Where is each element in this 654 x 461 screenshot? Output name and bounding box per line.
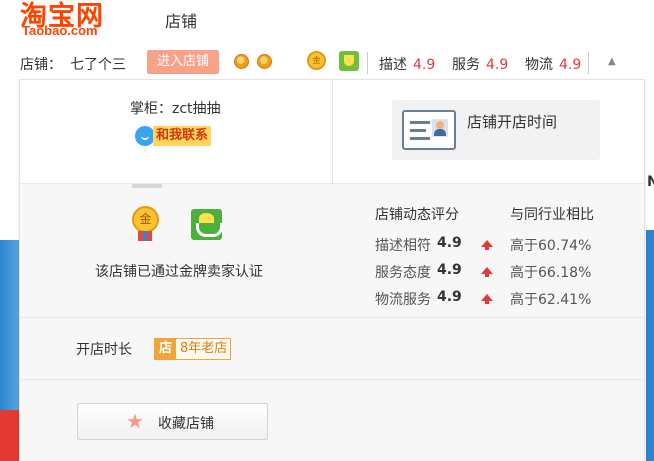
consumer-protection-badge-icon bbox=[191, 209, 223, 240]
divider bbox=[332, 80, 333, 184]
score-label: 服务 bbox=[452, 57, 480, 73]
rating-score: 4.9 bbox=[437, 235, 462, 251]
background-edge-letter: N bbox=[647, 174, 654, 190]
rating-row-service: 服务态度 4.9 高于66.18% bbox=[375, 262, 635, 282]
id-card-icon bbox=[402, 110, 456, 150]
rating-compare: 高于60.74% bbox=[510, 238, 592, 254]
rating-score: 4.9 bbox=[437, 262, 462, 278]
gold-medal-icon: 金 bbox=[131, 206, 161, 244]
shop-duration-label: 开店时长 bbox=[76, 342, 132, 358]
shop-rating-section: 金 该店铺已通过金牌卖家认证 店铺动态评分 与同行业相比 描述相符 4.9 高于… bbox=[20, 184, 644, 318]
shop-open-time-card[interactable]: 店铺开店时间 bbox=[392, 100, 600, 160]
score-label: 物流 bbox=[525, 57, 553, 73]
up-arrow-icon bbox=[481, 267, 493, 277]
star-icon: ★ bbox=[126, 409, 144, 433]
up-arrow-icon bbox=[481, 294, 493, 304]
shop-score-summary: 描述 4.9 服务 4.9 物流 4.9 bbox=[367, 52, 589, 74]
shop-duration-section: 开店时长 店 8年老店 bbox=[20, 318, 644, 380]
rating-row-description: 描述相符 4.9 高于60.74% bbox=[375, 235, 635, 255]
crown-icon bbox=[234, 54, 249, 69]
background-banner-left-red bbox=[0, 410, 19, 461]
rating-compare: 高于62.41% bbox=[510, 292, 592, 308]
shop-info-page: N 淘宝网 Taobao.com 店铺 店铺： 七了个三 进入店铺 金 描述 4.… bbox=[0, 0, 654, 461]
crown-icon bbox=[257, 54, 272, 69]
score-description: 描述 4.9 bbox=[379, 54, 435, 74]
shop-info-dropdown: 掌柜：zct抽抽 和我联系 店铺开店时间 金 该店铺已通过金牌卖家认证 店铺动态… bbox=[19, 79, 645, 461]
score-value: 4.9 bbox=[413, 57, 436, 73]
shop-label: 店铺： bbox=[20, 57, 62, 73]
id-card-line bbox=[410, 137, 430, 140]
id-card-line bbox=[410, 121, 430, 124]
enter-shop-button[interactable]: 进入店铺 bbox=[147, 50, 219, 74]
taobao-logo[interactable]: 淘宝网 Taobao.com bbox=[20, 0, 134, 40]
rating-compare: 高于66.18% bbox=[510, 265, 592, 281]
rating-row-logistics: 物流服务 4.9 高于62.41% bbox=[375, 289, 635, 309]
industry-compare-header: 与同行业相比 bbox=[510, 207, 594, 223]
rating-label: 服务态度 bbox=[375, 265, 431, 281]
chat-icon bbox=[135, 126, 155, 146]
contact-me-label: 和我联系 bbox=[153, 126, 212, 146]
up-arrow-icon bbox=[481, 240, 493, 250]
old-shop-badge: 店 8年老店 bbox=[154, 338, 232, 360]
gold-medal-ribbon bbox=[138, 231, 152, 241]
shop-bar: 店铺： 七了个三 进入店铺 金 描述 4.9 服务 4.9 物流 4.9 ▲ bbox=[0, 48, 654, 78]
rating-score: 4.9 bbox=[437, 289, 462, 305]
shop-open-time-label: 店铺开店时间 bbox=[467, 113, 558, 131]
rating-label: 描述相符 bbox=[375, 238, 431, 254]
background-banner-right bbox=[646, 230, 654, 461]
old-shop-label: 8年老店 bbox=[180, 341, 228, 356]
score-label: 描述 bbox=[379, 57, 407, 73]
score-value: 4.9 bbox=[486, 57, 509, 73]
chevron-up-icon[interactable]: ▲ bbox=[608, 56, 616, 67]
favorite-section: ★ 收藏店铺 bbox=[20, 380, 644, 461]
id-card-line bbox=[410, 129, 426, 132]
shop-icon: 店 bbox=[155, 339, 176, 359]
favorite-shop-label: 收藏店铺 bbox=[158, 416, 214, 432]
gold-seller-certification: 该店铺已通过金牌卖家认证 bbox=[95, 264, 263, 280]
shop-owner-section: 掌柜：zct抽抽 和我联系 店铺开店时间 bbox=[20, 80, 644, 184]
favorite-shop-button[interactable]: ★ 收藏店铺 bbox=[77, 403, 268, 440]
rating-label: 物流服务 bbox=[375, 292, 431, 308]
dynamic-rating-header: 店铺动态评分 bbox=[375, 207, 459, 223]
id-card-photo bbox=[432, 119, 448, 137]
score-logistics: 物流 4.9 bbox=[525, 54, 581, 74]
section-notch bbox=[132, 184, 162, 188]
shop-name-link[interactable]: 七了个三 bbox=[70, 54, 126, 74]
gold-seller-icon: 金 bbox=[307, 51, 326, 70]
logo-domain: Taobao.com bbox=[22, 23, 98, 38]
page-title: 店铺 bbox=[165, 12, 198, 31]
score-value: 4.9 bbox=[559, 57, 582, 73]
shop-keeper-name: 掌柜：zct抽抽 bbox=[130, 101, 221, 117]
score-service: 服务 4.9 bbox=[452, 54, 508, 74]
gold-medal-coin: 金 bbox=[132, 206, 159, 233]
consumer-protection-icon bbox=[339, 51, 359, 71]
